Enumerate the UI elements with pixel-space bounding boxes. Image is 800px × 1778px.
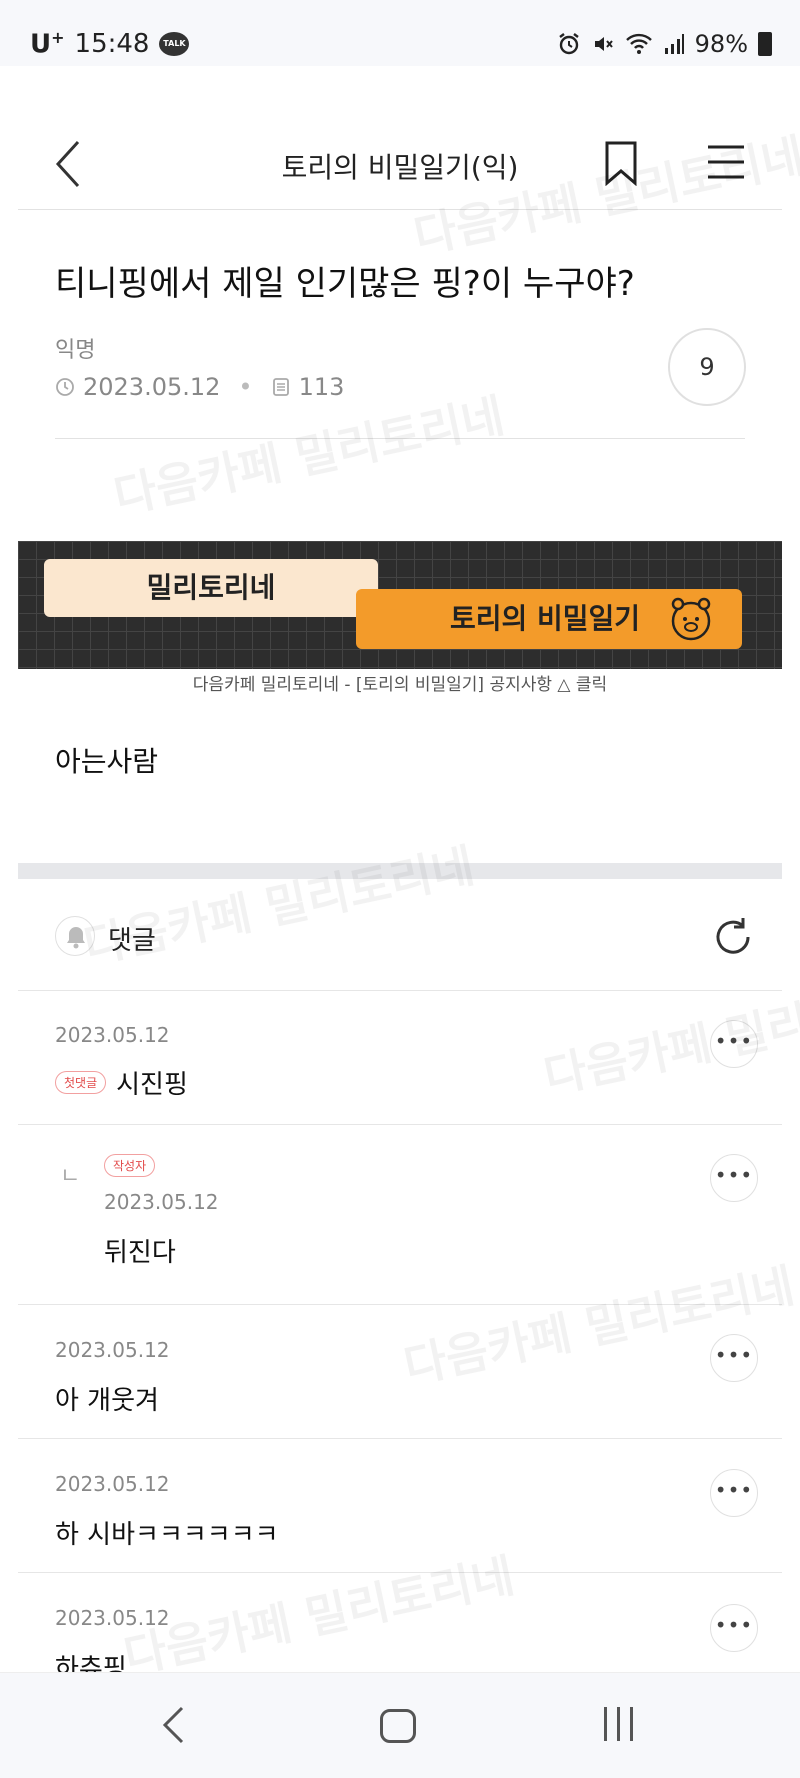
more-options-button[interactable]: ••• <box>710 1154 758 1202</box>
post-title: 티니핑에서 제일 인기많은 핑?이 누구야? <box>55 264 635 304</box>
status-bar: U+ 15:48 TALK 98% <box>0 0 800 66</box>
hamburger-menu-icon[interactable] <box>706 144 746 180</box>
signal-icon <box>664 34 684 54</box>
post-author: 익명 <box>55 338 96 363</box>
post-body: 아는사람 <box>55 745 159 778</box>
app-bar: 토리의 비밀일기(익) <box>18 66 782 210</box>
views-icon <box>272 378 289 396</box>
comments-title: 댓글 <box>108 926 156 956</box>
more-options-button[interactable]: ••• <box>710 1604 758 1652</box>
bear-mascot-icon <box>671 597 711 641</box>
watermark: 다음카페 밀리토리네 <box>109 388 509 524</box>
divider <box>18 990 782 991</box>
comment-body: 첫댓글 시진핑 <box>55 1064 188 1101</box>
kakaotalk-icon: TALK <box>159 31 190 56</box>
cafe-banner[interactable]: 밀리토리네 토리의 비밀일기 <box>18 541 782 669</box>
battery-percent: 98% <box>694 30 748 58</box>
bookmark-icon[interactable] <box>604 140 638 186</box>
banner-caption[interactable]: 다음카페 밀리토리네 - [토리의 비밀일기] 공지사항 △ 클릭 <box>0 670 800 695</box>
more-options-button[interactable]: ••• <box>710 1020 758 1068</box>
divider <box>18 1304 782 1305</box>
divider <box>55 438 745 439</box>
alarm-icon <box>558 33 579 55</box>
nav-recents-icon[interactable] <box>604 1707 633 1741</box>
carrier-label: U+ <box>30 28 65 60</box>
first-comment-badge: 첫댓글 <box>55 1071 107 1094</box>
comment-text: 하 시바ㅋㅋㅋㅋㅋㅋ <box>55 1520 279 1550</box>
refresh-icon[interactable] <box>712 916 754 958</box>
nav-home-icon[interactable] <box>380 1709 416 1743</box>
divider <box>18 1438 782 1439</box>
more-options-button[interactable]: ••• <box>710 1469 758 1517</box>
bell-icon <box>67 927 85 949</box>
comment-count-button[interactable]: 9 <box>668 328 746 406</box>
comment-date: 2023.05.12 <box>55 1023 170 1047</box>
more-options-button[interactable]: ••• <box>710 1334 758 1382</box>
section-separator <box>18 863 782 879</box>
comment-date: 2023.05.12 <box>104 1190 219 1214</box>
watermark: 다음카페 밀리토리네 <box>119 1548 519 1684</box>
notification-bell-button[interactable] <box>55 916 95 956</box>
author-badge: 작성자 <box>104 1154 156 1177</box>
watermark: 다음카페 밀리토리네 <box>539 968 800 1104</box>
post-date: 2023.05.12 <box>83 373 221 401</box>
comment-date: 2023.05.12 <box>55 1606 170 1630</box>
clock: 15:48 <box>74 28 150 59</box>
post-views: 113 <box>298 373 345 401</box>
divider <box>18 1124 782 1125</box>
comment-text: 아 개웃겨 <box>55 1386 159 1416</box>
divider <box>18 1572 782 1573</box>
system-nav-bar <box>0 1672 800 1778</box>
comment-date: 2023.05.12 <box>55 1472 170 1496</box>
battery-icon <box>758 32 772 56</box>
post-meta: 2023.05.12 • 113 <box>55 373 344 401</box>
comment-text: 뒤진다 <box>104 1238 176 1268</box>
board-title: 토리의 비밀일기(익) <box>281 151 519 184</box>
meta-separator: • <box>238 373 253 401</box>
banner-board-tag: 토리의 비밀일기 <box>356 589 742 649</box>
nav-back-icon[interactable] <box>160 1705 186 1745</box>
clock-icon <box>56 378 74 396</box>
reply-indicator: ㄴ <box>60 1164 81 1189</box>
comment-date: 2023.05.12 <box>55 1338 170 1362</box>
comment-text: 시진핑 <box>116 1070 188 1100</box>
wifi-icon <box>625 33 652 54</box>
mute-icon <box>594 37 613 51</box>
banner-cafe-tag: 밀리토리네 <box>44 559 378 617</box>
